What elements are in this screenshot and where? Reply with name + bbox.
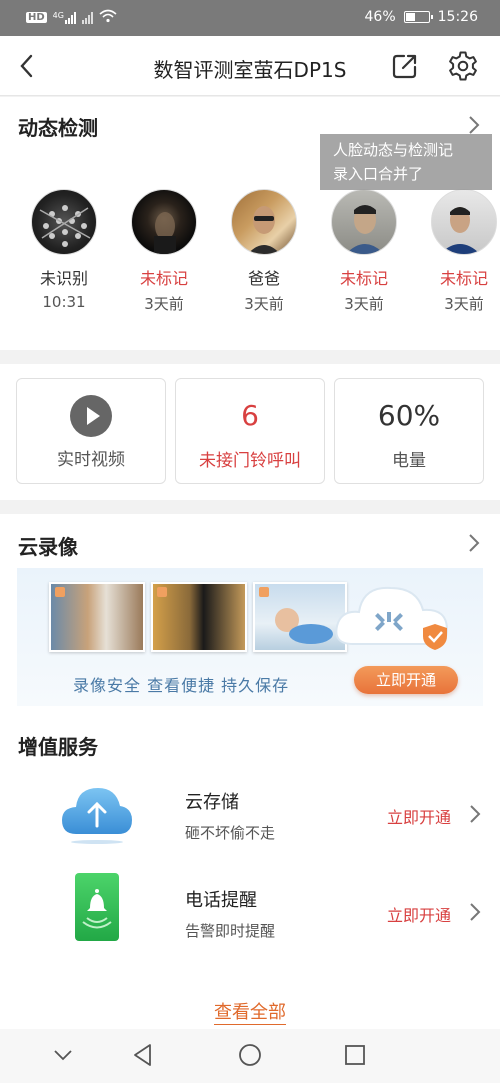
motion-detection-card: 动态检测 未识别 10:31 未标记 3天前 爸爸 3天前 未标记 3天前 未标…: [0, 97, 500, 350]
face-time: 10:31: [42, 293, 86, 311]
missed-calls-count: 6: [241, 399, 259, 432]
service-subtitle: 告警即时提醒: [185, 922, 276, 940]
home-circle-icon[interactable]: [238, 1043, 262, 1067]
tooltip-line-1: 人脸动态与检测记: [333, 141, 454, 159]
cloud-recording-title: 云录像: [18, 535, 78, 559]
missed-calls-label: 未接门铃呼叫: [199, 451, 301, 471]
face-name: 未标记: [139, 269, 188, 288]
face-avatar: [131, 189, 197, 255]
service-title: 云存储: [185, 792, 239, 813]
settings-button[interactable]: [447, 50, 479, 82]
service-title: 电话提醒: [185, 890, 257, 911]
face-avatar: [231, 189, 297, 255]
face-time: 3天前: [244, 295, 284, 313]
motion-detection-title: 动态检测: [18, 116, 98, 140]
signal-icon: [81, 11, 93, 24]
status-left: HD 4G: [26, 9, 117, 26]
service-row-phone-alert[interactable]: 电话提醒 告警即时提醒 立即开通: [0, 868, 500, 958]
face-item[interactable]: 未标记 3天前: [314, 189, 414, 314]
face-time: 3天前: [144, 295, 184, 313]
bell-phone-icon: [74, 872, 120, 944]
banner-open-button[interactable]: 立即开通: [354, 666, 458, 694]
chevron-right-icon: [470, 805, 481, 823]
banner-photo-thief: [151, 582, 247, 652]
clock: 15:26: [437, 9, 478, 25]
chevron-right-icon: [470, 903, 481, 921]
battery-status-box[interactable]: 60% 电量: [334, 378, 484, 484]
lock-icon: [157, 587, 167, 597]
face-time: 3天前: [344, 295, 384, 313]
system-nav-bar: [0, 1029, 500, 1083]
gear-icon: [449, 51, 477, 81]
tooltip-line-2: 录入口合并了: [333, 165, 424, 183]
cloud-shield-icon: [333, 574, 457, 658]
network-type-label: 4G: [52, 11, 64, 20]
face-avatar: [31, 189, 97, 255]
play-icon: [70, 395, 112, 437]
chevron-down-icon[interactable]: [52, 1047, 74, 1063]
status-bar: HD 4G 46% 15:26: [0, 0, 500, 36]
lock-icon: [55, 587, 65, 597]
chevron-right-icon[interactable]: [466, 114, 482, 136]
battery-label: 电量: [392, 451, 426, 471]
value-added-title: 增值服务: [18, 735, 98, 759]
face-avatar: [431, 189, 497, 255]
page-title: 数智评测室萤石DP1S: [153, 58, 347, 82]
signal-4g-icon: 4G: [53, 11, 76, 24]
service-open-button[interactable]: 立即开通: [387, 902, 451, 926]
banner-photo-hands: [49, 582, 145, 652]
hd-icon: HD: [26, 12, 47, 23]
recent-apps-icon[interactable]: [344, 1044, 366, 1066]
face-name: 未标记: [339, 269, 388, 288]
face-name: 未标记: [439, 269, 488, 288]
live-video-label: 实时视频: [57, 450, 125, 470]
chevron-right-icon[interactable]: [466, 532, 482, 554]
top-nav-bar: 数智评测室萤石DP1S: [0, 36, 500, 96]
banner-slogan: 录像安全 查看便捷 持久保存: [73, 676, 290, 695]
merge-tooltip[interactable]: 人脸动态与检测记 录入口合并了: [320, 134, 492, 190]
back-triangle-icon[interactable]: [132, 1043, 154, 1067]
face-item[interactable]: 未标记 3天前: [114, 189, 214, 314]
battery-icon: [403, 11, 433, 23]
battery-level: [405, 13, 416, 21]
face-name: 爸爸: [247, 269, 280, 288]
live-video-button[interactable]: 实时视频: [16, 378, 166, 484]
face-item[interactable]: 未标记 3天前: [414, 189, 500, 314]
share-icon: [392, 54, 417, 79]
cloud-banner[interactable]: 录像安全 查看便捷 持久保存 立即开通: [17, 568, 483, 706]
status-right: 46% 15:26: [365, 9, 478, 25]
see-all-label: 查看全部: [214, 1002, 286, 1025]
missed-calls-button[interactable]: 6 未接门铃呼叫: [175, 378, 325, 484]
lock-icon: [259, 587, 269, 597]
wifi-icon: [99, 9, 117, 26]
battery-value: 60%: [377, 399, 441, 432]
face-time: 3天前: [444, 295, 484, 313]
service-open-button[interactable]: 立即开通: [387, 804, 451, 828]
battery-percent: 46%: [364, 9, 396, 25]
face-item[interactable]: 爸爸 3天前: [214, 189, 314, 314]
face-avatar: [331, 189, 397, 255]
face-name: 未识别: [39, 269, 88, 288]
see-all-link[interactable]: 查看全部: [0, 998, 500, 1025]
cloud-upload-icon: [60, 780, 134, 844]
service-subtitle: 砸不坏偷不走: [185, 824, 276, 842]
share-button[interactable]: [390, 51, 420, 81]
face-item[interactable]: 未识别 10:31: [14, 189, 114, 311]
service-row-cloud-storage[interactable]: 云存储 砸不坏偷不走 立即开通: [0, 770, 500, 860]
